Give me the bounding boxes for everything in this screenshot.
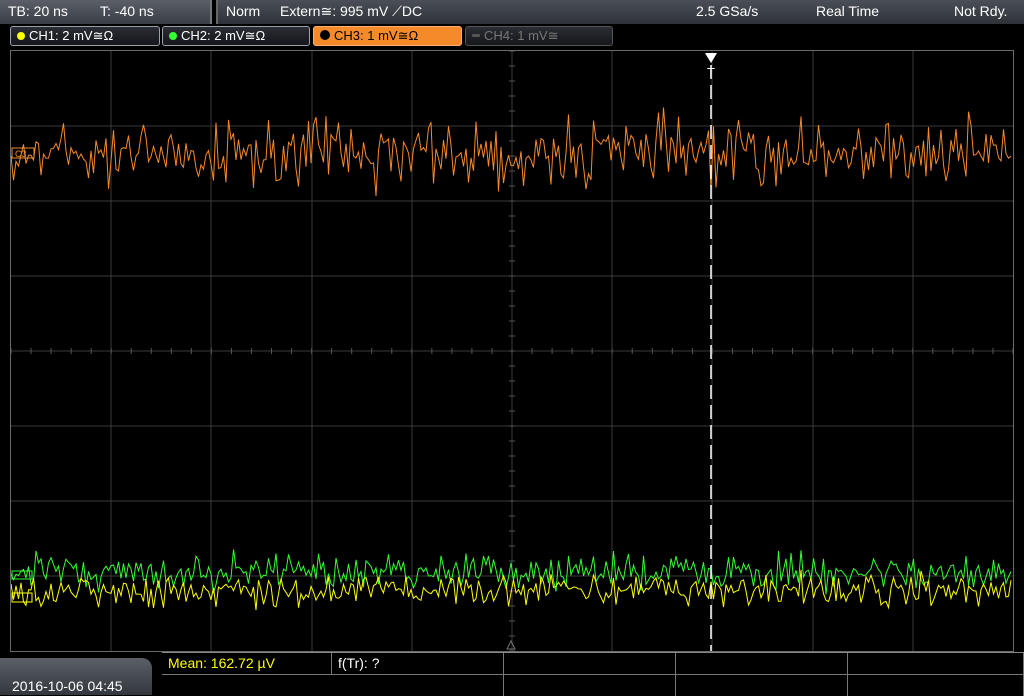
channel-1-offset-marker[interactable] (11, 592, 33, 603)
channel-1-dot-icon (17, 32, 25, 40)
channel-3-marker-label: C3 (15, 149, 27, 159)
measurement-row-2-slot-4[interactable] (676, 674, 848, 696)
measurement-row-2-slot-3[interactable] (504, 674, 676, 696)
time-reference-marker-icon (506, 639, 516, 650)
mean-measurement[interactable]: Mean: 162.72 µV (162, 653, 332, 674)
trigger-position-label: T: -40 ns (100, 3, 154, 19)
measurement-row-2-slot-5[interactable] (848, 674, 1024, 696)
tab-channel-4[interactable]: CH4: 1 mV≅ (465, 26, 613, 46)
channel-4-dash-icon (472, 34, 480, 37)
datetime-box: 2016-10-06 04:45 (0, 658, 152, 695)
channel-tab-row: CH1: 2 mV≅Ω CH2: 2 mV≅Ω CH3: 1 mV≅Ω CH4:… (0, 26, 1024, 48)
sample-rate-label: 2.5 GSa/s (696, 3, 759, 19)
acquisition-mode-label: Real Time (816, 3, 880, 19)
channel-3-trace (11, 107, 1012, 197)
channel-2-trace (11, 549, 1012, 595)
grid-lines (11, 51, 1013, 651)
channel-1-label: CH1: 2 mV≅Ω (29, 28, 114, 43)
trigger-arrow-icon[interactable] (705, 53, 717, 63)
frequency-measurement[interactable]: f(Tr): ? (332, 653, 504, 674)
measurement-slot-3[interactable] (504, 653, 676, 674)
bottom-bar: 2016-10-06 04:45 Mean: 162.72 µV f(Tr): … (0, 652, 1024, 696)
channel-2-dot-icon (169, 32, 177, 40)
channel-3-dot-icon (320, 30, 330, 40)
measurement-row-2-left[interactable] (162, 674, 504, 696)
trigger-marker-label: T (707, 65, 715, 80)
acquisition-status-label: Not Rdy. (954, 3, 1008, 19)
tab-channel-3[interactable]: CH3: 1 mV≅Ω (313, 26, 462, 46)
tab-channel-1[interactable]: CH1: 2 mV≅Ω (10, 26, 160, 46)
waveform-display[interactable]: T C3 (10, 50, 1014, 652)
channel-3-label: CH3: 1 mV≅Ω (334, 28, 419, 43)
channel-4-label: CH4: 1 mV≅ (484, 28, 559, 43)
waveform-grid: T C3 (11, 51, 1013, 651)
channel-2-label: CH2: 2 mV≅Ω (181, 28, 266, 43)
measurement-slot-5[interactable] (848, 653, 1024, 674)
trigger-mode-label: Norm (226, 3, 261, 19)
trigger-source-label: Extern≅: 995 mV ⟋DC (280, 3, 423, 19)
measurement-slot-4[interactable] (676, 653, 848, 674)
timebase-box[interactable]: TB: 20 ns T: -40 ns (0, 0, 212, 24)
datetime-label: 2016-10-06 04:45 (12, 678, 123, 694)
tab-channel-2[interactable]: CH2: 2 mV≅Ω (162, 26, 310, 46)
top-status-bar: TB: 20 ns T: -40 ns Norm Extern≅: 995 mV… (0, 0, 1024, 24)
timebase-label: TB: 20 ns (8, 3, 68, 19)
measurement-panel[interactable]: Mean: 162.72 µV f(Tr): ? (162, 652, 1024, 696)
trigger-status-box[interactable]: Norm Extern≅: 995 mV ⟋DC 2.5 GSa/s Real … (216, 0, 1024, 24)
